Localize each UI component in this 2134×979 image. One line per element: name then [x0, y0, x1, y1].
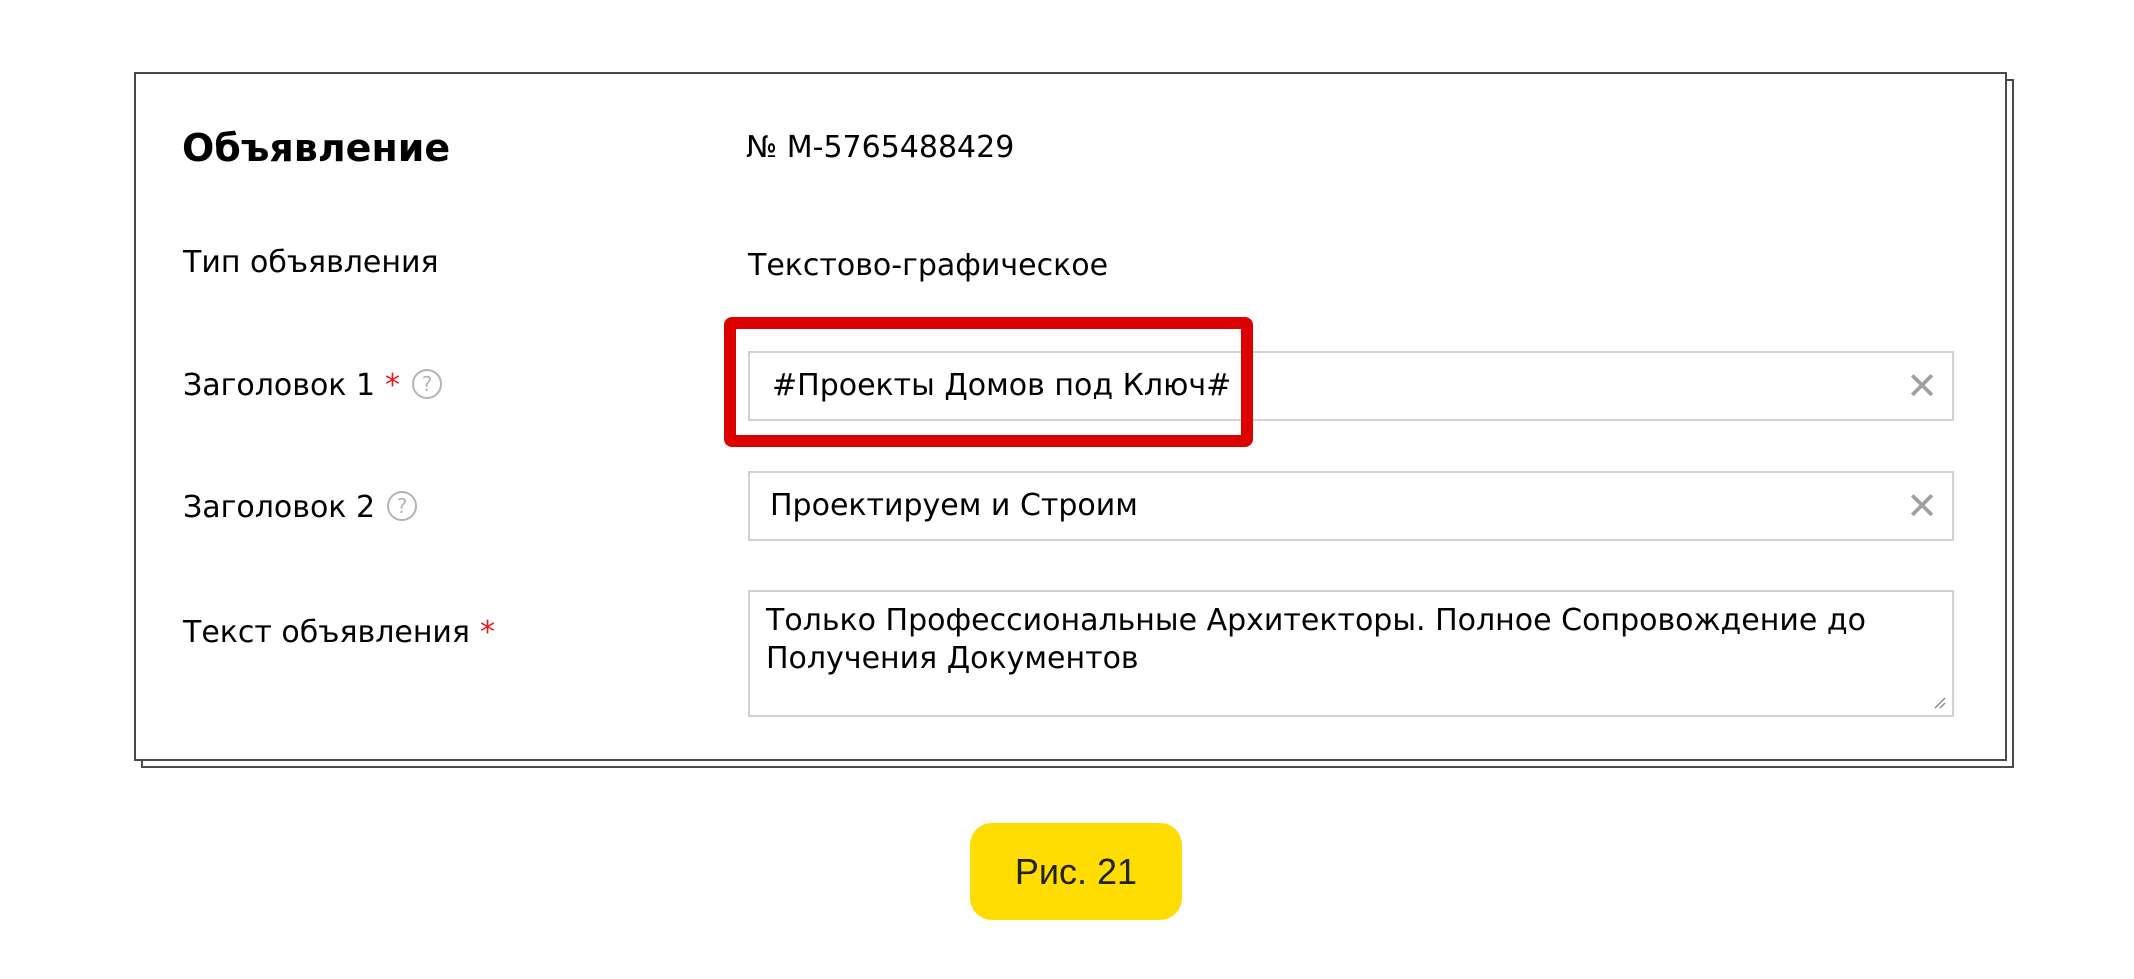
- resize-grip-icon[interactable]: [1932, 695, 1946, 709]
- ad-number: № M-5765488429: [746, 130, 1015, 165]
- help-icon[interactable]: ?: [412, 368, 443, 399]
- ad-type-label: Тип объявления: [183, 245, 439, 280]
- figure-caption: Рис. 21: [970, 823, 1182, 920]
- ad-text-label-text: Текст объявления: [183, 615, 470, 650]
- headline2-input-value: Проектируем и Строим: [770, 488, 1138, 523]
- ad-type-value: Текстово-графическое: [748, 248, 1109, 283]
- ad-text-textarea[interactable]: Только Профессиональные Архитекторы. Пол…: [748, 590, 1954, 717]
- close-icon[interactable]: ✕: [1906, 487, 1938, 525]
- ad-text-value: Только Профессиональные Архитекторы. Пол…: [766, 603, 1866, 676]
- ad-text-label: Текст объявления *: [183, 610, 495, 656]
- required-marker: *: [385, 368, 401, 403]
- page-title: Объявление: [182, 126, 451, 170]
- highlight-box: [724, 317, 1253, 447]
- help-icon[interactable]: ?: [387, 490, 418, 521]
- headline2-input[interactable]: Проектируем и Строим ✕: [748, 471, 1954, 541]
- headline1-label: Заголовок 1 *?: [183, 363, 443, 409]
- required-marker: *: [479, 615, 495, 650]
- close-icon[interactable]: ✕: [1906, 367, 1938, 405]
- headline2-label: Заголовок 2?: [183, 485, 418, 531]
- headline2-label-text: Заголовок 2: [183, 490, 376, 525]
- headline1-label-text: Заголовок 1: [183, 368, 376, 403]
